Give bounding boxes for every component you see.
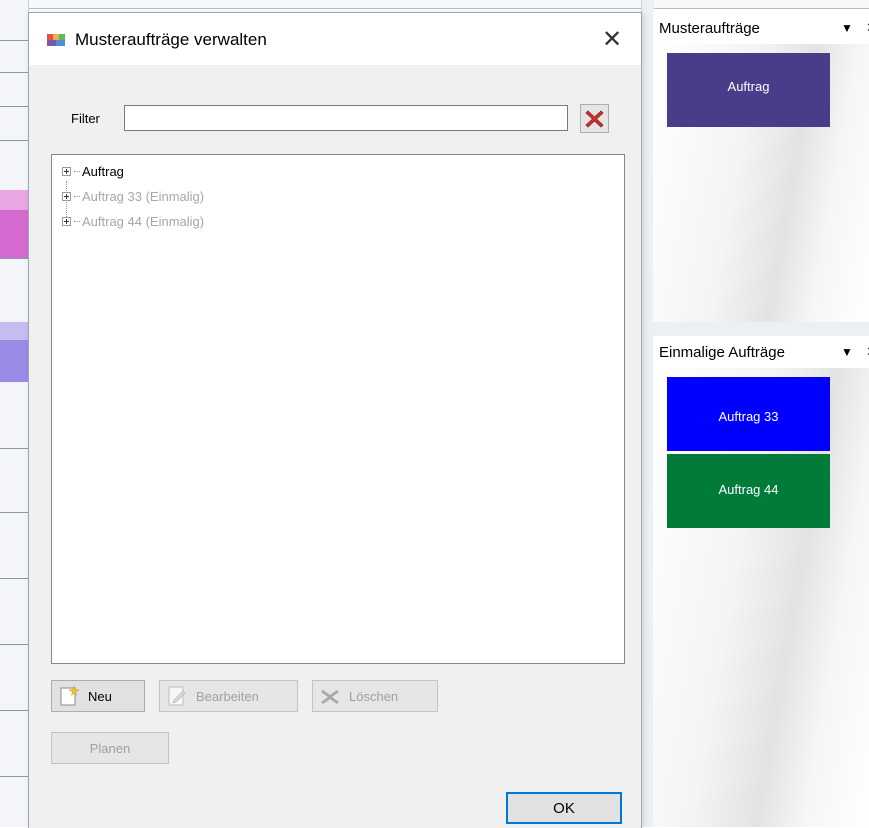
panel-gap xyxy=(653,322,869,336)
onetime-tile[interactable]: Auftrag 44 xyxy=(667,454,830,528)
background-top-line xyxy=(0,8,869,9)
tree-item[interactable]: Auftrag xyxy=(62,162,124,180)
manage-templates-dialog: Musteraufträge verwalten ✕ Filter Auftra… xyxy=(28,12,642,828)
templates-panel-title: Musteraufträge xyxy=(659,19,760,37)
edit-button-label: Bearbeiten xyxy=(196,688,259,704)
expand-plus-icon[interactable] xyxy=(62,216,71,226)
calendar-row-line xyxy=(0,258,28,259)
onetime-tile[interactable]: Auftrag 33 xyxy=(667,377,830,451)
tree-connector xyxy=(74,220,80,222)
ok-button[interactable]: OK xyxy=(506,792,622,824)
calendar-row-line xyxy=(0,140,28,141)
calendar-row-line xyxy=(0,578,28,579)
calendar-row-line xyxy=(0,40,28,41)
chevron-down-icon[interactable]: ▼ xyxy=(841,345,853,359)
template-tree[interactable]: Auftrag Auftrag 33 (Einmalig) Auftrag 44… xyxy=(51,154,625,664)
calendar-block-light-magenta[interactable] xyxy=(0,190,28,210)
plan-button[interactable]: Planen xyxy=(51,732,169,764)
calendar-block-violet[interactable] xyxy=(0,340,28,382)
delete-button[interactable]: Löschen xyxy=(312,680,438,712)
expand-plus-icon[interactable] xyxy=(62,166,71,176)
calendar-block-light-violet[interactable] xyxy=(0,322,28,340)
delete-button-label: Löschen xyxy=(349,688,399,704)
templates-panel-body: Auftrag xyxy=(653,44,869,322)
tree-item[interactable]: Auftrag 33 (Einmalig) xyxy=(62,187,204,205)
clear-filter-button[interactable] xyxy=(580,104,609,133)
onetime-panel-body: Auftrag 33 Auftrag 44 xyxy=(653,368,869,827)
app-palette-icon xyxy=(47,34,65,46)
tree-connector xyxy=(74,195,80,197)
red-x-clear-icon xyxy=(585,110,604,128)
plan-button-label: Planen xyxy=(89,740,131,756)
calendar-row-line xyxy=(0,448,28,449)
tree-item-label: Auftrag 33 (Einmalig) xyxy=(82,188,205,204)
filter-label: Filter xyxy=(71,111,100,126)
tree-item-label: Auftrag xyxy=(82,163,124,179)
calendar-row-line xyxy=(0,106,28,107)
background-calendar-strip xyxy=(0,0,29,827)
tree-connector xyxy=(74,170,80,172)
calendar-row-line xyxy=(0,776,28,777)
edit-button[interactable]: Bearbeiten xyxy=(159,680,298,712)
tile-label: Auftrag 44 xyxy=(718,482,779,497)
new-button[interactable]: Neu xyxy=(51,680,145,712)
filter-input[interactable] xyxy=(124,105,568,131)
dialog-title: Musteraufträge verwalten xyxy=(75,30,267,49)
edit-document-icon xyxy=(168,686,186,706)
new-item-sparkle-icon xyxy=(60,685,80,706)
calendar-row-line xyxy=(0,512,28,513)
tile-label: Auftrag 33 xyxy=(718,409,779,424)
expand-plus-icon[interactable] xyxy=(62,191,71,201)
templates-panel-header: Musteraufträge ▼ ✕ xyxy=(653,12,869,44)
calendar-row-line xyxy=(0,644,28,645)
onetime-panel-title: Einmalige Aufträge xyxy=(659,343,785,361)
tile-label: Auftrag xyxy=(727,79,770,94)
chevron-down-icon[interactable]: ▼ xyxy=(841,21,853,35)
calendar-row-line xyxy=(0,72,28,73)
dialog-titlebar[interactable]: Musteraufträge verwalten ✕ xyxy=(29,13,641,65)
background-top-band xyxy=(0,0,869,8)
ok-button-label: OK xyxy=(553,799,575,817)
new-button-label: Neu xyxy=(88,688,112,704)
calendar-row-line xyxy=(0,710,28,711)
calendar-block-magenta[interactable] xyxy=(0,210,28,258)
close-icon[interactable]: ✕ xyxy=(595,25,629,55)
onetime-panel-header: Einmalige Aufträge ▼ ✕ xyxy=(653,336,869,368)
delete-x-icon xyxy=(321,690,339,704)
template-tile[interactable]: Auftrag xyxy=(667,53,830,127)
tree-item-label: Auftrag 44 (Einmalig) xyxy=(82,213,205,229)
tree-item[interactable]: Auftrag 44 (Einmalig) xyxy=(62,212,204,230)
